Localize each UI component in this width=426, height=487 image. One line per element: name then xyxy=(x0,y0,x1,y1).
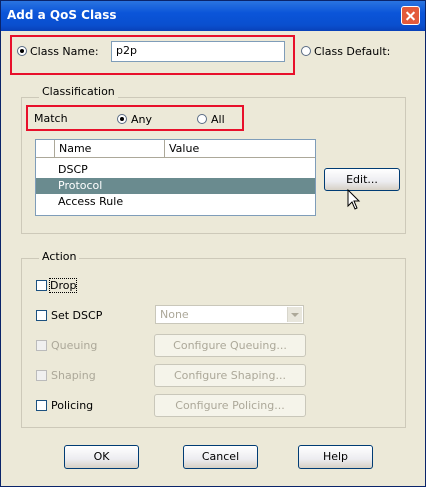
queuing-label: Queuing xyxy=(51,339,98,352)
close-icon[interactable] xyxy=(401,6,420,25)
classification-group-label: Classification xyxy=(39,85,118,98)
class-name-radio[interactable] xyxy=(17,46,27,56)
policing-checkbox[interactable] xyxy=(36,400,47,411)
dscp-select[interactable]: None xyxy=(155,305,304,324)
class-name-label: Class Name: xyxy=(30,45,99,58)
qos-class-dialog: Add a QoS Class Class Name: p2p Class De… xyxy=(0,0,426,487)
class-default-radio[interactable] xyxy=(301,46,311,56)
configure-shaping-button[interactable]: Configure Shaping... xyxy=(154,364,306,387)
match-any-radio[interactable] xyxy=(117,114,127,124)
table-row[interactable]: DSCP xyxy=(36,162,315,178)
set-dscp-label: Set DSCP xyxy=(51,309,103,322)
mouse-pointer-icon xyxy=(347,189,361,210)
drop-label: Drop xyxy=(48,278,78,293)
shaping-checkbox[interactable] xyxy=(36,370,47,381)
table-row[interactable]: Protocol xyxy=(36,178,315,194)
class-name-field[interactable]: p2p xyxy=(111,41,285,62)
chevron-down-icon[interactable] xyxy=(287,307,302,322)
action-group-label: Action xyxy=(39,250,80,263)
set-dscp-checkbox[interactable] xyxy=(36,310,47,321)
match-all-label: All xyxy=(211,113,225,126)
class-default-label: Class Default: xyxy=(314,45,391,58)
drop-checkbox[interactable] xyxy=(36,280,47,291)
queuing-checkbox[interactable] xyxy=(36,340,47,351)
window-title: Add a QoS Class xyxy=(7,8,117,22)
configure-queuing-button[interactable]: Configure Queuing... xyxy=(154,334,306,357)
table-row[interactable]: Access Rule xyxy=(36,194,315,210)
help-button[interactable]: Help xyxy=(298,445,373,469)
configure-policing-button[interactable]: Configure Policing... xyxy=(154,394,306,417)
column-header-value[interactable]: Value xyxy=(165,140,315,158)
match-any-label: Any xyxy=(131,113,153,126)
match-label: Match xyxy=(34,112,68,125)
shaping-label: Shaping xyxy=(51,369,96,382)
cancel-button[interactable]: Cancel xyxy=(183,445,258,469)
dscp-select-value: None xyxy=(160,308,189,321)
table-header-spacer xyxy=(36,140,55,158)
classification-table[interactable]: Name Value DSCP Protocol Access Rule xyxy=(35,139,316,216)
edit-button[interactable]: Edit... xyxy=(324,168,400,191)
title-bar[interactable]: Add a QoS Class xyxy=(1,1,425,31)
ok-button[interactable]: OK xyxy=(64,445,139,469)
match-all-radio[interactable] xyxy=(197,114,207,124)
policing-label: Policing xyxy=(51,399,94,412)
column-header-name[interactable]: Name xyxy=(55,140,165,158)
